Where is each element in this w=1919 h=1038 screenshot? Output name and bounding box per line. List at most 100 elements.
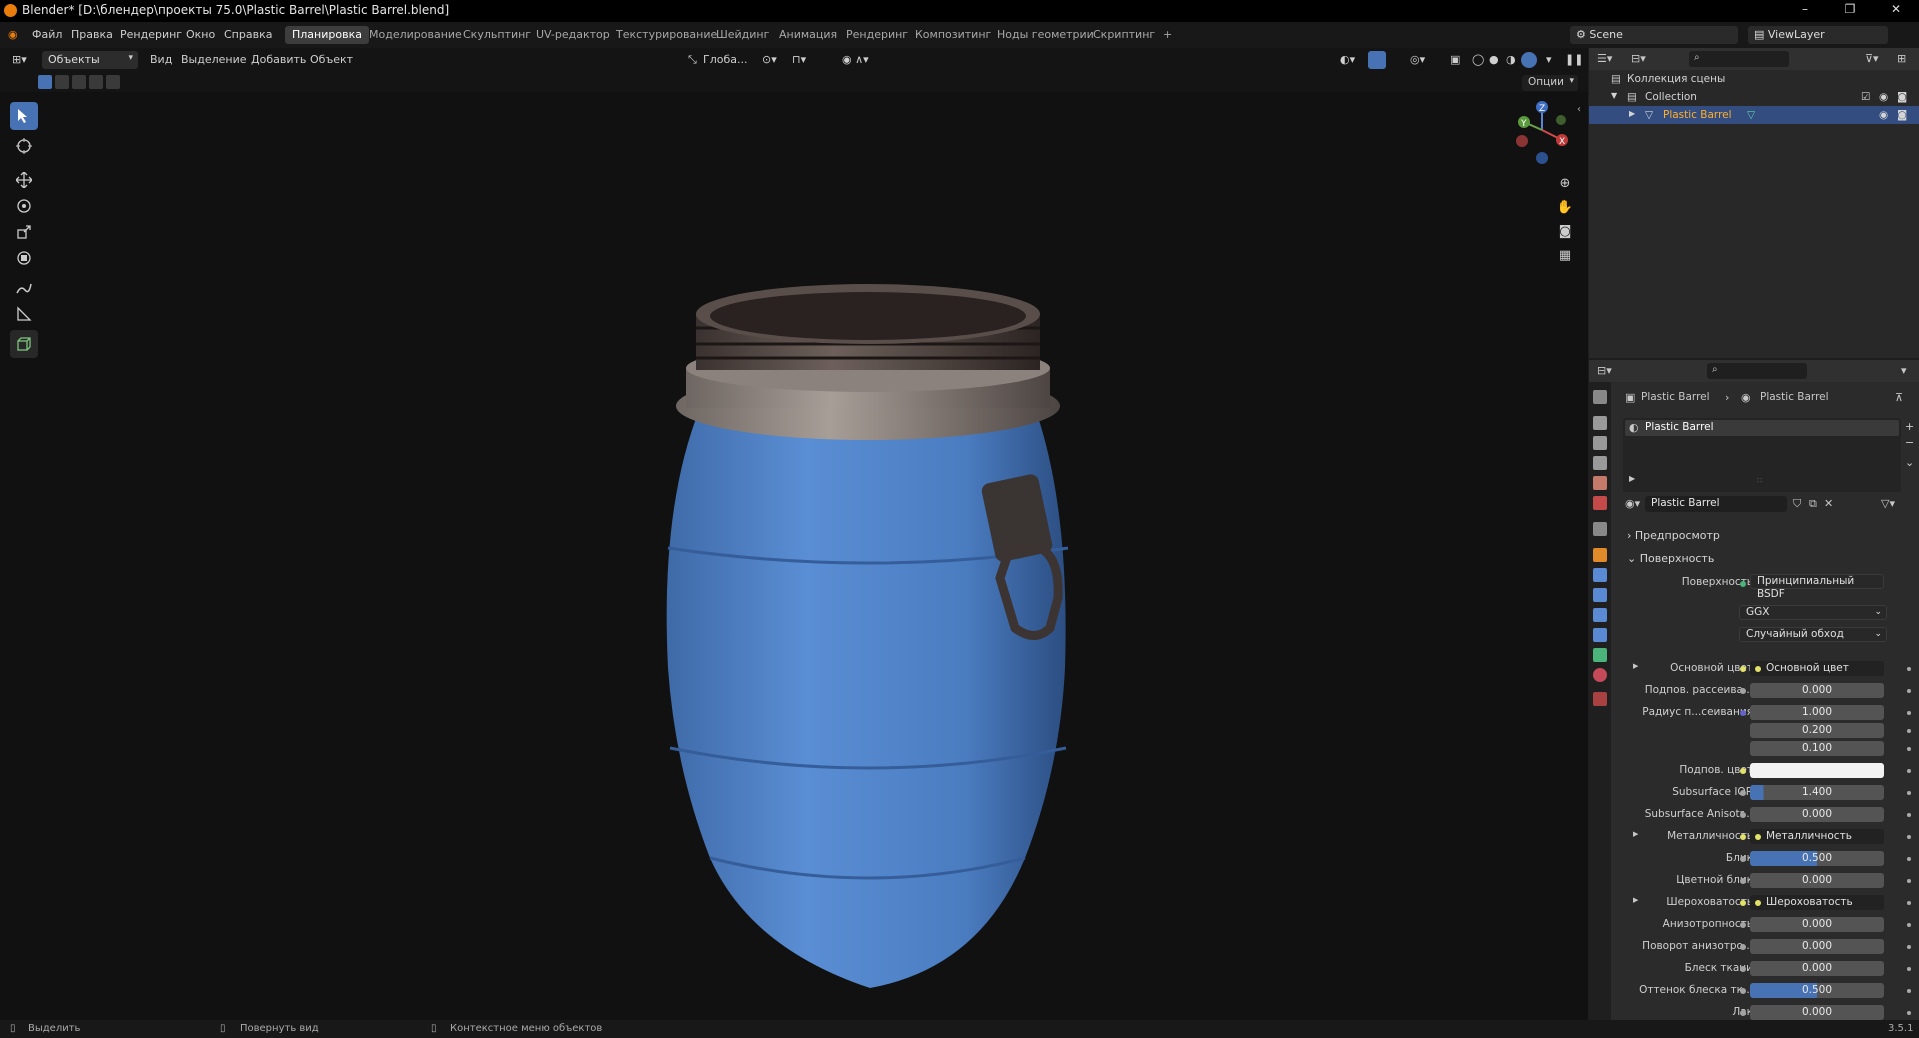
numeric-field[interactable]: 0.100 (1750, 741, 1884, 756)
tab-compositing[interactable]: Композитинг (908, 26, 998, 44)
measure-tool[interactable] (10, 300, 38, 328)
keyframe-dot-icon[interactable] (1907, 667, 1911, 671)
browse-material-icon[interactable]: ◉▾ (1625, 497, 1640, 510)
physics-tab-icon[interactable] (1593, 608, 1607, 622)
input-socket-dot[interactable] (1740, 790, 1746, 796)
rendered-shading-icon[interactable] (1521, 52, 1537, 68)
exclude-checkbox-icon[interactable]: ☑ (1861, 91, 1870, 103)
navigation-gizmo[interactable]: Z X Y (1500, 98, 1570, 168)
particles-tab-icon[interactable] (1593, 588, 1607, 602)
keyframe-dot-icon[interactable] (1907, 901, 1911, 905)
resize-handle-icon[interactable]: ∷ (1757, 476, 1762, 485)
eye-icon[interactable]: ◉ (1879, 109, 1888, 121)
camera-icon[interactable]: ◙ (1897, 91, 1907, 103)
3d-viewport[interactable]: ⊞▾ Объекты ▾ Вид Выделение Добавить Объе… (0, 48, 1588, 1020)
numeric-field[interactable]: 1.400 (1750, 785, 1884, 800)
chevron-down-icon[interactable]: ▾ (1901, 364, 1907, 377)
select-box-tool[interactable] (10, 102, 38, 130)
gizmo-toggle-button[interactable] (1368, 51, 1386, 69)
tab-shading[interactable]: Шейдинг (709, 26, 776, 44)
pin-icon[interactable]: ⊼ (1895, 391, 1903, 404)
keyframe-dot-icon[interactable] (1907, 689, 1911, 693)
tool-tab-icon[interactable] (1593, 390, 1607, 404)
numeric-field[interactable]: 0.000 (1750, 683, 1884, 698)
subsurface-method-dropdown[interactable]: Случайный обход ⌄ (1739, 627, 1887, 642)
preview-section-header[interactable]: › Предпросмотр (1627, 529, 1720, 542)
menu-add[interactable]: Добавить (251, 53, 306, 66)
select-mode-buttons[interactable] (38, 75, 122, 89)
keyframe-dot-icon[interactable] (1907, 1011, 1911, 1015)
numeric-field[interactable]: 0.500 (1750, 851, 1884, 866)
transform-orientation[interactable]: Глоба... (703, 53, 747, 66)
material-shading-icon[interactable]: ◑ (1506, 53, 1516, 66)
shading-options-icon[interactable]: ▾ (1546, 53, 1552, 66)
tab-geometry-nodes[interactable]: Ноды геометрии (990, 26, 1101, 44)
input-socket-dot[interactable] (1740, 900, 1746, 906)
input-socket-dot[interactable] (1740, 922, 1746, 928)
menu-view[interactable]: Вид (150, 53, 172, 66)
remove-slot-icon[interactable]: − (1905, 436, 1914, 449)
select-intersect-icon[interactable] (106, 75, 120, 89)
keyframe-dot-icon[interactable] (1907, 945, 1911, 949)
add-slot-icon[interactable]: + (1905, 420, 1914, 433)
world-tab-icon[interactable] (1593, 496, 1607, 510)
expand-arrow-icon[interactable]: ▶ (1629, 109, 1635, 118)
transform-tool[interactable] (10, 244, 38, 272)
tab-uv-editing[interactable]: UV-редактор (529, 26, 617, 44)
constraints-tab-icon[interactable] (1593, 628, 1607, 642)
input-socket-dot[interactable] (1740, 944, 1746, 950)
annotate-tool[interactable] (10, 274, 38, 302)
numeric-field[interactable]: 0.000 (1750, 1005, 1884, 1020)
menu-window[interactable]: Окно (186, 28, 215, 41)
overlay-icon[interactable]: ◎▾ (1410, 53, 1425, 66)
fake-user-shield-icon[interactable]: ⛉ (1793, 497, 1801, 511)
outliner-row-scene-collection[interactable]: ▤ Коллекция сцены (1589, 70, 1919, 88)
input-socket-dot[interactable] (1740, 768, 1746, 774)
linked-input-field[interactable]: Основной цвет (1750, 661, 1884, 676)
new-collection-icon[interactable]: ⊞ (1897, 52, 1906, 65)
camera-icon[interactable]: ◙ (1897, 109, 1907, 121)
tab-animation[interactable]: Анимация (772, 26, 844, 44)
close-icon[interactable]: ✕ (1881, 2, 1911, 20)
numeric-field[interactable]: 0.000 (1750, 917, 1884, 932)
xray-icon[interactable]: ▣ (1450, 53, 1460, 66)
eye-icon[interactable]: ◉ (1879, 91, 1888, 103)
input-socket-dot[interactable] (1740, 1010, 1746, 1016)
tab-texture-paint[interactable]: Текстурирование (609, 26, 724, 44)
filter-icon[interactable]: ⊽▾ (1865, 52, 1879, 65)
scale-tool[interactable] (10, 218, 38, 246)
tab-layout[interactable]: Планировка (285, 26, 369, 44)
wireframe-shading-icon[interactable]: ◯ (1472, 53, 1484, 66)
expand-arrow-icon[interactable]: ▼ (1611, 91, 1617, 100)
input-socket-dot[interactable] (1740, 666, 1746, 672)
gizmo-neg-z[interactable] (1536, 152, 1548, 164)
input-socket-dot[interactable] (1740, 878, 1746, 884)
linked-input-field[interactable]: Металличность (1750, 829, 1884, 844)
outliner-search-input[interactable]: ⌕ (1689, 51, 1789, 67)
menu-help[interactable]: Справка (224, 28, 272, 41)
menu-render[interactable]: Рендеринг (120, 28, 182, 41)
outliner-row-collection[interactable]: ▼ ▤ Collection ☑ ◉ ◙ (1589, 88, 1919, 106)
display-mode-icon[interactable]: ⊟▾ (1631, 52, 1646, 65)
linked-input-field[interactable]: Шероховатость (1750, 895, 1884, 910)
move-tool[interactable] (10, 166, 38, 194)
expand-arrow-icon[interactable]: ▶ (1629, 474, 1635, 483)
tab-modeling[interactable]: Моделирование (362, 26, 469, 44)
maximize-icon[interactable]: ❐ (1835, 2, 1865, 20)
numeric-field[interactable]: 0.000 (1750, 807, 1884, 822)
sidebar-toggle-icon[interactable]: ‹ (1577, 104, 1581, 115)
input-socket-dot[interactable] (1740, 710, 1746, 716)
input-socket-dot[interactable] (1740, 812, 1746, 818)
keyframe-dot-icon[interactable] (1907, 791, 1911, 795)
distribution-dropdown[interactable]: GGX ⌄ (1739, 605, 1887, 620)
keyframe-dot-icon[interactable] (1907, 769, 1911, 773)
gizmo-neg-y[interactable] (1556, 115, 1566, 125)
rotate-tool[interactable] (10, 192, 38, 220)
keyframe-dot-icon[interactable] (1907, 923, 1911, 927)
input-socket-dot[interactable] (1740, 688, 1746, 694)
tab-sculpting[interactable]: Скульптинг (456, 26, 538, 44)
view-layer-tab-icon[interactable] (1593, 456, 1607, 470)
input-socket-dot[interactable] (1740, 834, 1746, 840)
add-cube-tool[interactable] (10, 330, 38, 358)
material-slot-list[interactable]: ◐ Plastic Barrel ▶ ∷ (1623, 418, 1901, 492)
